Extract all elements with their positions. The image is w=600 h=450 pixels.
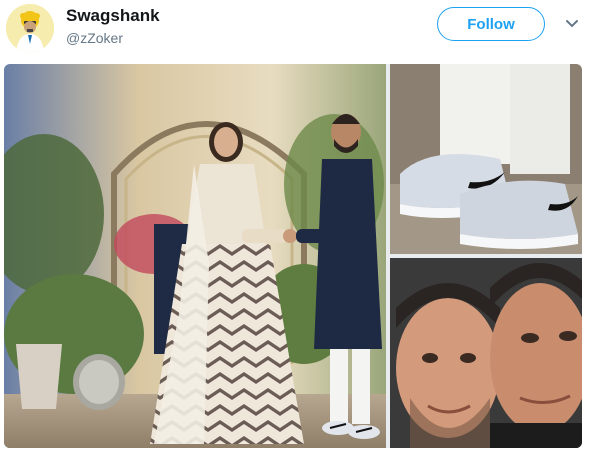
user-handle[interactable]: @zZoker [66,30,123,46]
follow-button[interactable]: Follow [437,7,545,41]
tweet-card: Swagshank @zZoker Follow [0,0,600,450]
avatar[interactable] [6,4,54,52]
sneakers-closeup-photo[interactable] [390,64,582,254]
chevron-down-icon [566,20,578,28]
faces-closeup-photo[interactable] [390,258,582,448]
wedding-couple-photo[interactable] [4,64,386,448]
more-options-button[interactable] [562,14,582,34]
tweet-media-grid [4,64,582,448]
avatar-icon [6,4,54,52]
display-name[interactable]: Swagshank [66,6,160,26]
